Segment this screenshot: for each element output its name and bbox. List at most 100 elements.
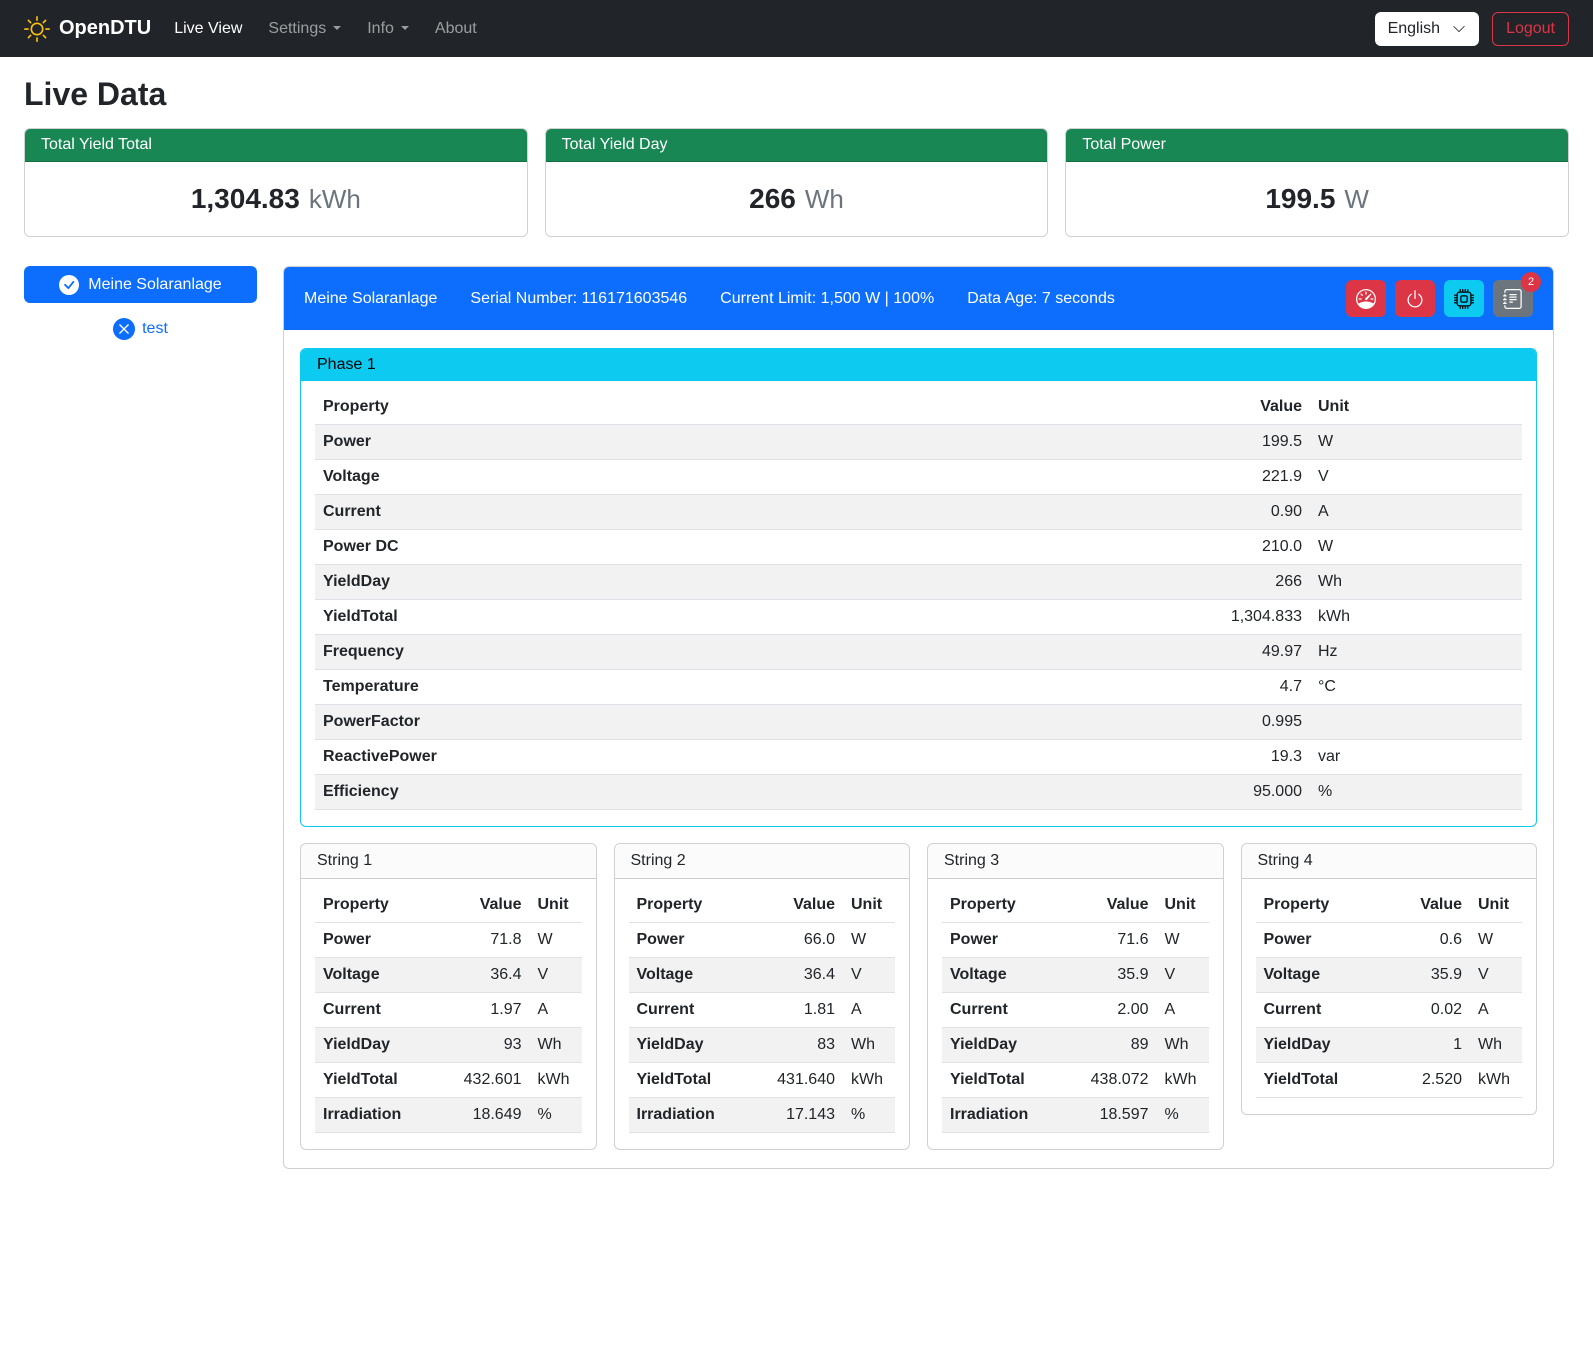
summary-unit: Wh (805, 184, 844, 214)
table-row: Frequency49.97Hz (315, 635, 1522, 670)
data-table: PropertyValueUnitPower199.5WVoltage221.9… (315, 390, 1522, 810)
nav-item-about[interactable]: About (422, 12, 490, 46)
page-title: Live Data (24, 76, 1569, 113)
inverter-card-header: Meine Solaranlage Serial Number: 1161716… (284, 267, 1553, 330)
table-header-row: PropertyValueUnit (942, 888, 1209, 923)
string-card-title: String 2 (615, 844, 910, 879)
event-log-button[interactable]: 2 (1493, 280, 1533, 317)
string-card-title: String 1 (301, 844, 596, 879)
string-card-3: String 3 PropertyValueUnitPower71.6WVolta… (927, 843, 1224, 1150)
speedometer-icon (1356, 289, 1376, 309)
string-card-1: String 1 PropertyValueUnitPower71.8WVolta… (300, 843, 597, 1150)
table-row: Current1.97A (315, 993, 582, 1028)
sun-icon (24, 16, 50, 42)
nav-items: Live ViewSettingsInfoAbout (161, 12, 490, 46)
table-row: Power71.6W (942, 923, 1209, 958)
summary-unit: kWh (309, 184, 361, 214)
logout-button[interactable]: Logout (1492, 12, 1569, 46)
table-row: Irradiation18.649% (315, 1098, 582, 1133)
summary-unit: W (1344, 184, 1369, 214)
nav-item-info[interactable]: Info (354, 12, 422, 46)
table-header-row: PropertyValueUnit (315, 888, 582, 923)
inverter-meta: Meine Solaranlage Serial Number: 1161716… (304, 290, 1115, 308)
table-header-row: PropertyValueUnit (315, 390, 1522, 425)
power-toggle-button[interactable] (1395, 280, 1435, 317)
table-row: Current0.90A (315, 495, 1522, 530)
phase-table-container: PropertyValueUnitPower199.5WVoltage221.9… (301, 381, 1536, 826)
inverter-select-button[interactable]: Meine Solaranlage (24, 266, 257, 303)
table-row: YieldTotal431.640kWh (629, 1063, 896, 1098)
table-row: YieldDay83Wh (629, 1028, 896, 1063)
table-row: YieldDay1Wh (1256, 1028, 1523, 1063)
table-row: Power0.6W (1256, 923, 1523, 958)
inverter-card: Meine Solaranlage Serial Number: 1161716… (283, 266, 1554, 1169)
check-circle-icon (59, 275, 79, 295)
language-label: English (1388, 20, 1440, 38)
table-row: Voltage36.4V (315, 958, 582, 993)
navbar-right: English Logout (1375, 12, 1569, 46)
nav-item-settings[interactable]: Settings (255, 12, 354, 46)
string-card-title: String 4 (1242, 844, 1537, 879)
summary-card-total-power: Total Power 199.5 W (1065, 128, 1569, 237)
table-row: ReactivePower19.3var (315, 740, 1522, 775)
table-header-row: PropertyValueUnit (1256, 888, 1523, 923)
limit-settings-button[interactable] (1346, 280, 1386, 317)
table-row: YieldTotal1,304.833kWh (315, 600, 1522, 635)
inverter-item-test[interactable]: test (24, 318, 257, 340)
string-card-2: String 2 PropertyValueUnitPower66.0WVolta… (614, 843, 911, 1150)
language-select[interactable]: English (1375, 12, 1479, 46)
strings-row: String 1PropertyValueUnitPower71.8WVolta… (300, 843, 1537, 1150)
table-row: Irradiation18.597% (942, 1098, 1209, 1133)
nav-item-live-view[interactable]: Live View (161, 12, 255, 46)
data-table: PropertyValueUnitPower0.6WVoltage35.9VCu… (1256, 888, 1523, 1098)
caret-down-icon (401, 26, 409, 30)
summary-card-total-yield-day: Total Yield Day 266 Wh (545, 128, 1049, 237)
summary-value: 266 (749, 183, 796, 214)
device-info-button[interactable] (1444, 280, 1484, 317)
x-circle-icon[interactable] (113, 318, 135, 340)
string-card-title: String 3 (928, 844, 1223, 879)
table-row: Power71.8W (315, 923, 582, 958)
table-row: YieldDay89Wh (942, 1028, 1209, 1063)
table-header-row: PropertyValueUnit (629, 888, 896, 923)
cpu-icon (1454, 289, 1474, 309)
summary-card-total-yield-total: Total Yield Total 1,304.83 kWh (24, 128, 528, 237)
data-table: PropertyValueUnitPower66.0WVoltage36.4VC… (629, 888, 896, 1133)
table-row: YieldTotal2.520kWh (1256, 1063, 1523, 1098)
string-card-4: String 4 PropertyValueUnitPower0.6WVoltag… (1241, 843, 1538, 1115)
table-row: Current2.00A (942, 993, 1209, 1028)
table-row: Voltage35.9V (942, 958, 1209, 993)
inverter-actions: 2 (1346, 280, 1533, 317)
brand[interactable]: OpenDTU (24, 16, 151, 42)
summary-value: 1,304.83 (191, 183, 300, 214)
table-row: YieldTotal432.601kWh (315, 1063, 582, 1098)
summary-value: 199.5 (1265, 183, 1335, 214)
table-row: Voltage36.4V (629, 958, 896, 993)
summary-card-title: Total Yield Day (546, 129, 1048, 162)
power-icon (1405, 289, 1425, 309)
brand-label: OpenDTU (59, 17, 151, 40)
table-row: YieldDay266Wh (315, 565, 1522, 600)
summary-row: Total Yield Total1,304.83kWhTotal Yield … (24, 128, 1569, 237)
event-count-badge: 2 (1521, 272, 1541, 292)
table-row: Voltage221.9V (315, 460, 1522, 495)
inverter-serial: Serial Number: 116171603546 (470, 290, 687, 308)
table-row: Current0.02A (1256, 993, 1523, 1028)
table-row: Current1.81A (629, 993, 896, 1028)
summary-card-title: Total Yield Total (25, 129, 527, 162)
table-row: PowerFactor0.995 (315, 705, 1522, 740)
inverter-data-age: Data Age: 7 seconds (967, 290, 1115, 308)
summary-card-title: Total Power (1066, 129, 1568, 162)
table-row: Voltage35.9V (1256, 958, 1523, 993)
phase-card-title: Phase 1 (301, 349, 1536, 381)
table-row: YieldTotal438.072kWh (942, 1063, 1209, 1098)
table-row: YieldDay93Wh (315, 1028, 582, 1063)
phase-card: Phase 1 PropertyValueUnitPower199.5WVolt… (300, 348, 1537, 827)
journal-icon (1503, 289, 1523, 309)
inverter-sidebar: Meine Solaranlage test (24, 266, 257, 340)
data-table: PropertyValueUnitPower71.8WVoltage36.4VC… (315, 888, 582, 1133)
data-table: PropertyValueUnitPower71.6WVoltage35.9VC… (942, 888, 1209, 1133)
table-row: Power66.0W (629, 923, 896, 958)
inverter-select-label: Meine Solaranlage (88, 276, 221, 294)
inverter-item-test-label: test (142, 320, 168, 338)
